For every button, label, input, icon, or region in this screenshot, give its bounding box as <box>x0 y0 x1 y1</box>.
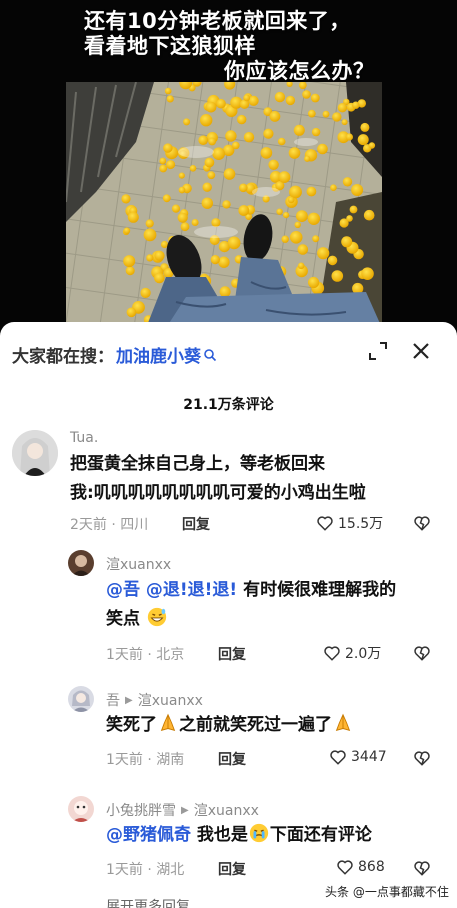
reply-item: 吾 ▶ 渲xuanxx 笑死了 之前就笑死过一遍了 1天前 · 湖南 回复 344… <box>0 684 457 780</box>
heart-icon <box>317 516 333 531</box>
reply-author[interactable]: 小兔挑胖雪 <box>106 800 176 820</box>
comment-meta: 2天前 · 四川 <box>70 517 149 533</box>
like-button[interactable]: 15.5万 <box>316 513 383 533</box>
comment-text-line-2: 我:叽叽叽叽叽叽叽叽可爱的小鸡出生啦 <box>70 483 366 503</box>
reply-text-line-1: @野猪佩奇 我也是 下面还有评论 <box>106 821 372 850</box>
reply-text: 下面还有评论 <box>269 825 372 845</box>
reply-arrow-icon: ▶ <box>125 694 133 706</box>
reply-meta: 1天前 · 北京 <box>106 647 185 663</box>
mention-link[interactable]: @野猪佩奇 <box>106 825 191 845</box>
reply-button[interactable]: 回复 <box>218 749 246 769</box>
reply-item: 小兔挑胖雪 ▶ 渲xuanxx @野猪佩奇 我也是 下面还有评论 1天前 · 湖北… <box>0 794 457 890</box>
reply-meta: 1天前 · 湖北 <box>106 862 185 878</box>
mention-link[interactable]: @退!退!退! <box>146 580 237 600</box>
reply-text-line-1: @吾 @退!退!退! 有时候很难理解我的 <box>106 576 396 605</box>
comment-count: 21.1万条评论 <box>183 397 274 413</box>
praying-hands-emoji-icon <box>335 713 351 732</box>
like-count: 2.0万 <box>345 646 382 662</box>
heart-icon <box>330 750 346 765</box>
expand-icon[interactable] <box>367 340 389 362</box>
reply-text: 笑点 <box>106 609 140 629</box>
watermark: 头条 @一点事都藏不住 <box>322 882 452 901</box>
praying-hands-emoji-icon <box>160 713 176 732</box>
like-count: 3447 <box>351 749 387 765</box>
avatar[interactable] <box>68 686 94 712</box>
video-caption-line-3: 你应该怎么办？ <box>224 59 375 83</box>
video-scene-image <box>66 82 382 328</box>
comment-text-line-1: 把蛋黄全抹自己身上，等老板回来 <box>70 454 325 474</box>
reply-username: 吾 ▶ 渲xuanxx <box>106 690 203 710</box>
avatar[interactable] <box>68 796 94 822</box>
search-suggestion[interactable]: 大家都在搜： 加油鹿小葵 <box>12 340 217 368</box>
video-frame[interactable]: 还有10分钟老板就回来了， 看着地下这狼狈样 你应该怎么办？ <box>0 0 457 330</box>
like-button[interactable]: 2.0万 <box>323 643 381 663</box>
dislike-icon[interactable] <box>413 859 431 877</box>
search-prefix: 大家都在搜： <box>12 346 114 367</box>
comment-sheet: 大家都在搜： 加油鹿小葵 21.1万条评论 Tua. 把蛋黄全抹自己身上，等老板… <box>0 322 457 908</box>
reply-arrow-icon: ▶ <box>181 804 189 816</box>
comment-item: Tua. 把蛋黄全抹自己身上，等老板回来 我:叽叽叽叽叽叽叽叽可爱的小鸡出生啦 … <box>0 426 457 538</box>
reply-username[interactable]: 渲xuanxx <box>106 554 171 574</box>
reply-text-line-1: 笑死了 之前就笑死过一遍了 <box>106 711 354 740</box>
grinning-sweat-emoji-icon <box>147 607 167 627</box>
like-button[interactable]: 868 <box>336 858 385 876</box>
reply-meta: 1天前 · 湖南 <box>106 752 185 768</box>
like-count: 868 <box>358 859 385 875</box>
like-count: 15.5万 <box>338 516 384 532</box>
reply-username: 小兔挑胖雪 ▶ 渲xuanxx <box>106 800 259 820</box>
like-button[interactable]: 3447 <box>329 748 387 766</box>
reply-target[interactable]: 渲xuanxx <box>194 800 259 820</box>
more-replies-button[interactable]: 展开更多回复 <box>106 896 190 908</box>
reply-text: 笑死了 <box>106 715 157 735</box>
avatar[interactable] <box>68 550 94 576</box>
dislike-icon[interactable] <box>413 514 431 532</box>
reply-button[interactable]: 回复 <box>218 644 246 664</box>
reply-author[interactable]: 吾 <box>106 690 120 710</box>
avatar[interactable] <box>12 430 58 476</box>
mention-link[interactable]: @吾 <box>106 580 140 600</box>
reply-item: 渲xuanxx @吾 @退!退!退! 有时候很难理解我的 笑点 1天前 · 北京… <box>0 548 457 668</box>
reply-button[interactable]: 回复 <box>218 859 246 879</box>
search-icon[interactable] <box>203 347 217 362</box>
comment-username[interactable]: Tua. <box>70 430 98 446</box>
reply-text: 有时候很难理解我的 <box>243 580 397 600</box>
heart-icon <box>324 646 340 661</box>
heart-icon <box>337 860 353 875</box>
reply-text: 我也是 <box>196 825 248 845</box>
crying-face-emoji-icon <box>249 823 269 843</box>
dislike-icon[interactable] <box>413 644 431 662</box>
dislike-icon[interactable] <box>413 749 431 767</box>
search-term-link[interactable]: 加油鹿小葵 <box>116 342 201 367</box>
close-icon[interactable] <box>410 340 432 362</box>
video-caption-line-1: 还有10分钟老板就回来了， <box>84 9 351 33</box>
reply-target[interactable]: 渲xuanxx <box>138 690 203 710</box>
reply-button[interactable]: 回复 <box>182 514 210 534</box>
reply-text-line-2: 笑点 <box>106 605 168 634</box>
video-caption-line-2: 看着地下这狼狈样 <box>84 34 256 58</box>
reply-text: 之前就笑死过一遍了 <box>179 715 332 735</box>
